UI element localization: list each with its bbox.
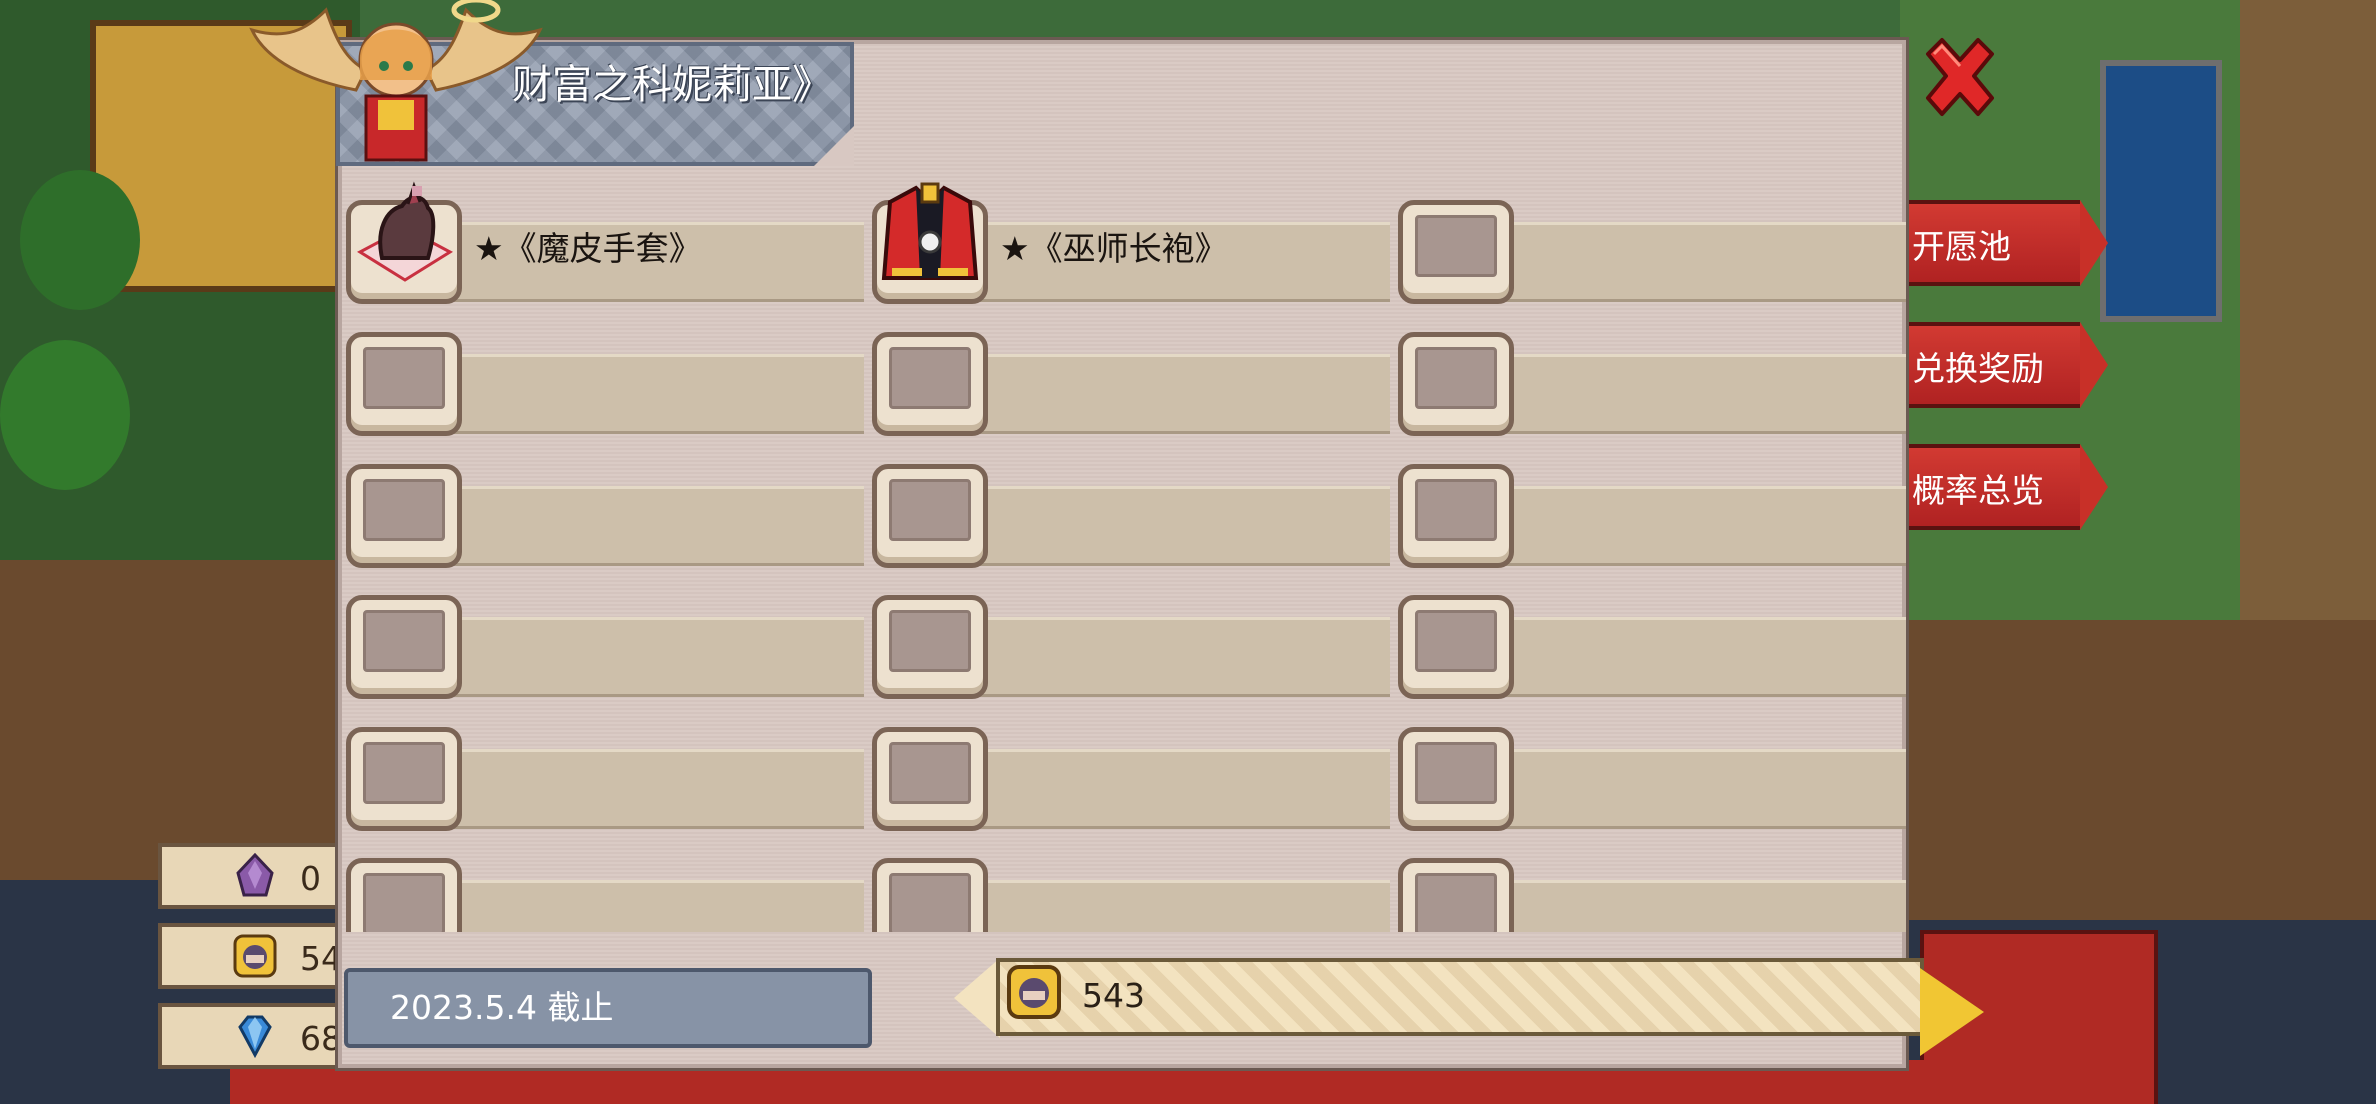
diamond-count: 68 <box>300 1019 342 1058</box>
item-slot-empty[interactable] <box>872 464 988 568</box>
exchange-rewards-button[interactable]: 兑换奖励 <box>1890 322 2108 408</box>
item-row-clipped <box>340 840 1908 932</box>
item-slot-empty[interactable] <box>346 595 462 699</box>
item-row-bar <box>1458 222 1906 302</box>
close-icon[interactable] <box>1920 36 2000 118</box>
item-row-bar <box>1458 354 1906 434</box>
coin-balance-value: 543 <box>1082 976 1145 1015</box>
item-row-bar <box>932 880 1390 932</box>
item-row-bar <box>406 880 864 932</box>
crystal-count: 0 <box>300 859 321 898</box>
item-slot-empty[interactable] <box>1398 332 1514 436</box>
item-row-bar <box>1458 880 1906 932</box>
item-row-bar <box>1458 617 1906 697</box>
item-slot-empty[interactable] <box>346 464 462 568</box>
item-row-bar <box>406 354 864 434</box>
pool-title: 财富之科妮莉亚》 <box>512 62 832 108</box>
item-row-bar <box>932 486 1390 566</box>
item-row-bar <box>406 486 864 566</box>
item-row-bar <box>932 749 1390 829</box>
blue-diamond-icon <box>238 1015 272 1059</box>
open-wish-pool-button[interactable]: 开愿池 <box>1890 200 2108 286</box>
item-slot-empty[interactable] <box>1398 858 1514 932</box>
purple-crystal-icon <box>236 853 274 897</box>
item-slot-empty[interactable] <box>872 332 988 436</box>
item-name-wizard-robe: ★《巫师长袍》 <box>1000 229 1228 268</box>
item-row-bar <box>932 354 1390 434</box>
deadline-label: 2023.5.4 截止 <box>344 968 872 1048</box>
item-slot-empty[interactable] <box>1398 727 1514 831</box>
item-slot-empty[interactable] <box>346 332 462 436</box>
item-row-bar <box>406 617 864 697</box>
item-row-bar <box>932 617 1390 697</box>
token-counter: 54 <box>158 923 358 989</box>
crystal-counter: 0 <box>158 843 358 909</box>
item-slot-empty[interactable] <box>872 858 988 932</box>
probability-overview-button[interactable]: 概率总览 <box>1890 444 2108 530</box>
diamond-counter: 68 <box>158 1003 358 1069</box>
item-slot-empty[interactable] <box>1398 200 1514 304</box>
coin-bar-ribbon-tail <box>954 958 1000 1038</box>
angel-character-portrait <box>249 0 543 162</box>
demon-glove-icon <box>357 181 453 282</box>
item-slot-empty[interactable] <box>872 595 988 699</box>
item-slot-empty[interactable] <box>346 727 462 831</box>
token-count: 54 <box>300 939 342 978</box>
character-token-icon <box>1007 965 1061 1019</box>
character-token-icon <box>233 934 277 978</box>
item-slot-empty[interactable] <box>1398 464 1514 568</box>
item-row-bar <box>406 749 864 829</box>
item-row-bar <box>1458 486 1906 566</box>
item-name-demon-glove: ★《魔皮手套》 <box>474 229 702 268</box>
wizard-robe-icon <box>881 182 979 280</box>
proceed-arrow-button[interactable] <box>1920 968 1984 1056</box>
item-slot-empty[interactable] <box>1398 595 1514 699</box>
item-slot-empty[interactable] <box>872 727 988 831</box>
item-slot-empty[interactable] <box>346 858 462 932</box>
item-row-bar <box>1458 749 1906 829</box>
